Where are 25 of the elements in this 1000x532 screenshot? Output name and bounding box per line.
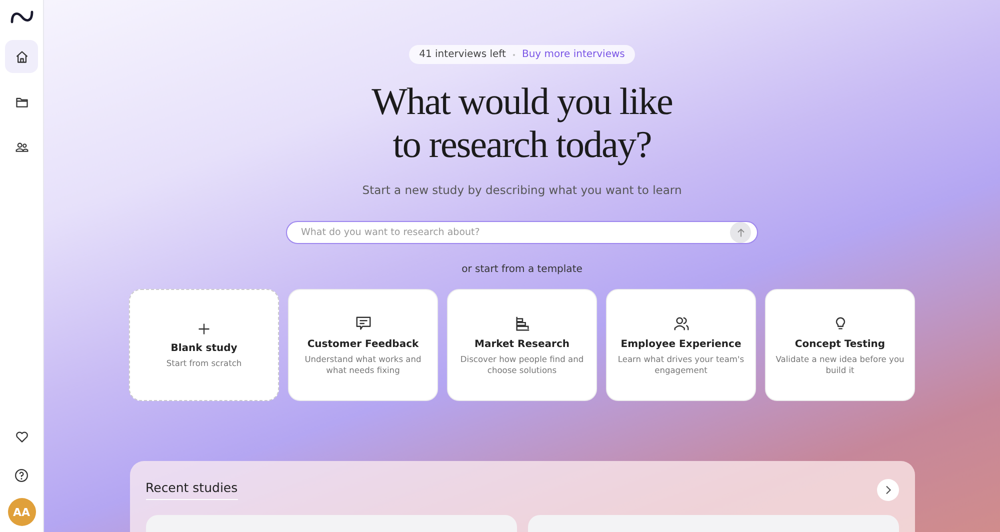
bar-chart-icon (514, 314, 530, 332)
research-input-field[interactable]: What do you want to research about? (286, 221, 758, 244)
next-button[interactable] (876, 479, 898, 501)
template-card[interactable]: Market Research Discover how people find and choose solutions (447, 289, 597, 401)
home-nav-button[interactable] (5, 40, 38, 73)
template-label: or start from a template (462, 264, 582, 275)
wave-logo-icon (10, 10, 34, 24)
plus-icon (197, 322, 211, 336)
template-card[interactable]: Employee Experience Learn what drives your team's engagement (606, 289, 756, 401)
help-icon (14, 468, 29, 483)
headline: What would you like (372, 81, 672, 124)
recent-studies-title: Recent studies (146, 480, 238, 500)
chat-icon (354, 314, 372, 332)
send-button[interactable] (730, 222, 751, 243)
heart-icon (14, 430, 28, 444)
headline: to research today? (392, 124, 652, 167)
interviews-left-text: 41 interviews left (419, 49, 506, 60)
people-icon (672, 314, 690, 332)
research-input[interactable]: What do you want to research about? (299, 226, 730, 239)
home-icon (14, 50, 28, 64)
blank-study-card[interactable]: Blank study Start from scratch (129, 289, 279, 401)
template-card[interactable]: Concept Testing Validate a new idea before you build it (765, 289, 915, 401)
template-card[interactable]: Customer Feedback Understand what works and what needs fixing (288, 289, 438, 401)
subtitle: Start a new study by describing what you want to learn (362, 183, 682, 197)
buy-more-link[interactable]: Buy more interviews (522, 49, 625, 60)
